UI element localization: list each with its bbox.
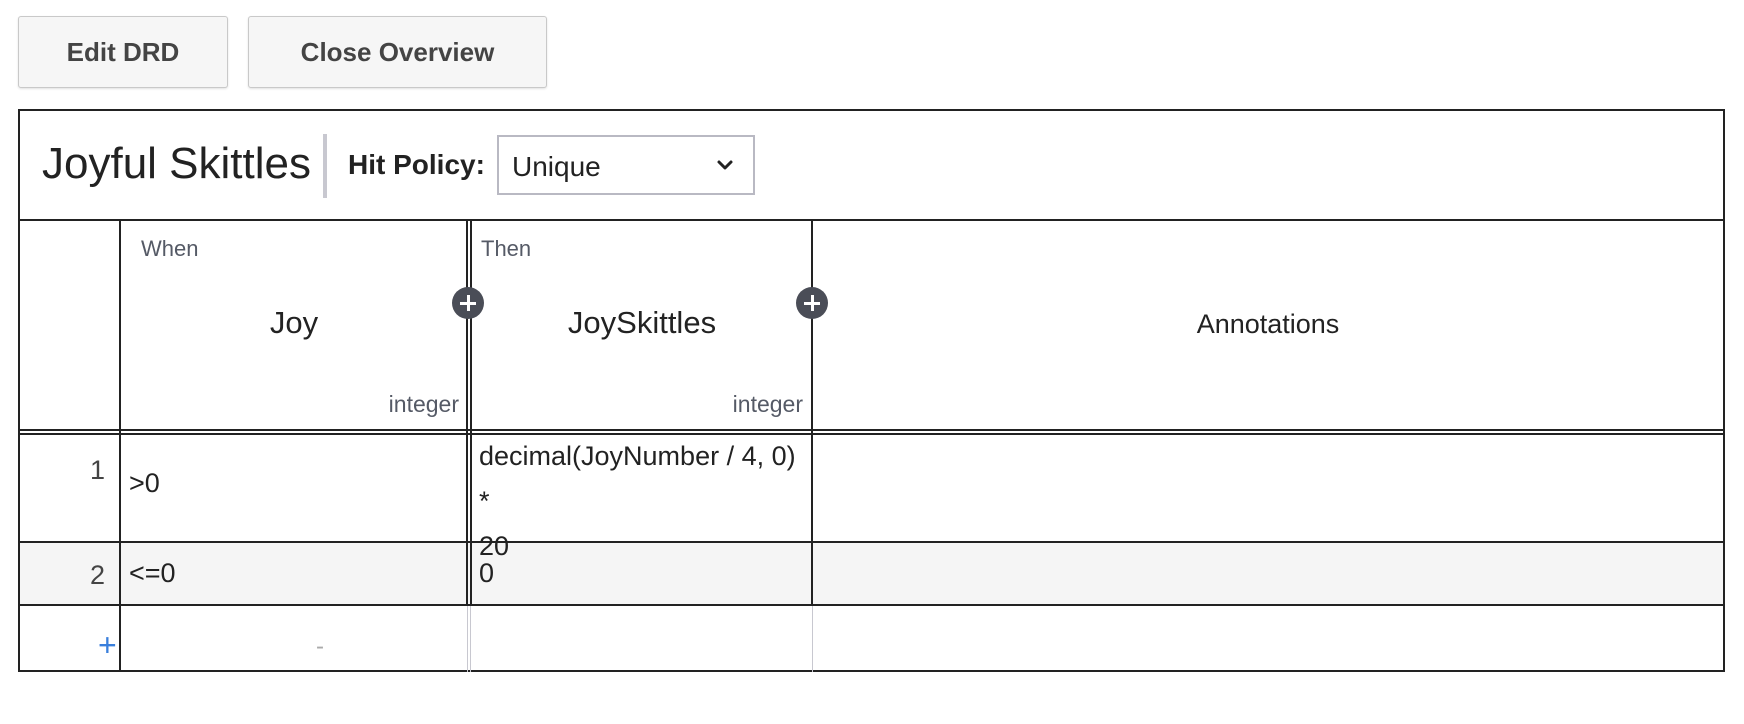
grid-line bbox=[811, 221, 813, 562]
input-cell[interactable]: <=0 bbox=[129, 551, 176, 596]
then-label: Then bbox=[481, 236, 532, 261]
input-cell[interactable]: >0 bbox=[129, 437, 160, 529]
hit-policy-value: Unique bbox=[512, 151, 601, 182]
header-separator bbox=[323, 134, 327, 198]
output-type-label[interactable]: integer bbox=[660, 391, 803, 418]
output-cell-line: decimal(JoyNumber / 4, 0) * bbox=[479, 441, 796, 516]
annotations-header: Annotations bbox=[1196, 309, 1340, 339]
add-row-button[interactable]: + bbox=[98, 627, 117, 664]
row-number: 2 bbox=[89, 560, 105, 590]
edit-drd-button[interactable]: Edit DRD bbox=[18, 16, 228, 88]
toolbar: Edit DRD Close Overview bbox=[18, 16, 547, 88]
grid-line bbox=[20, 429, 1723, 431]
decision-table-container: Joyful Skittles Hit Policy: Unique When … bbox=[18, 109, 1725, 672]
input-column-name[interactable]: Joy bbox=[122, 305, 466, 341]
grid-line bbox=[811, 562, 813, 605]
grid-line bbox=[470, 562, 472, 605]
grid-line bbox=[812, 605, 813, 672]
hit-policy-label: Hit Policy: bbox=[348, 149, 485, 180]
hit-policy-select[interactable]: Unique bbox=[497, 135, 755, 195]
grid-line bbox=[20, 541, 1723, 543]
when-label: When bbox=[141, 236, 199, 261]
output-column-name[interactable]: JoySkittles bbox=[473, 305, 811, 341]
decision-name[interactable]: Joyful Skittles bbox=[42, 139, 311, 189]
plus-circle-icon[interactable] bbox=[452, 287, 484, 319]
grid-line bbox=[20, 604, 1723, 606]
empty-input-placeholder: - bbox=[316, 633, 324, 660]
output-cell[interactable]: decimal(JoyNumber / 4, 0) * 20 bbox=[479, 434, 804, 569]
grid-line bbox=[20, 433, 1723, 435]
decision-header: Joyful Skittles Hit Policy: Unique bbox=[20, 111, 1723, 221]
annotation-cell[interactable] bbox=[820, 551, 1710, 596]
row-number: 1 bbox=[89, 455, 105, 485]
grid-line bbox=[470, 221, 472, 562]
plus-circle-icon[interactable] bbox=[796, 287, 828, 319]
chevron-down-icon bbox=[717, 160, 733, 170]
grid-line bbox=[466, 221, 468, 562]
close-overview-button[interactable]: Close Overview bbox=[248, 16, 547, 88]
output-cell[interactable]: 0 bbox=[479, 551, 494, 596]
grid-line bbox=[466, 562, 468, 605]
input-type-label[interactable]: integer bbox=[320, 391, 459, 418]
annotation-cell[interactable] bbox=[820, 437, 1710, 537]
output-cell-line: 20 bbox=[479, 531, 510, 561]
